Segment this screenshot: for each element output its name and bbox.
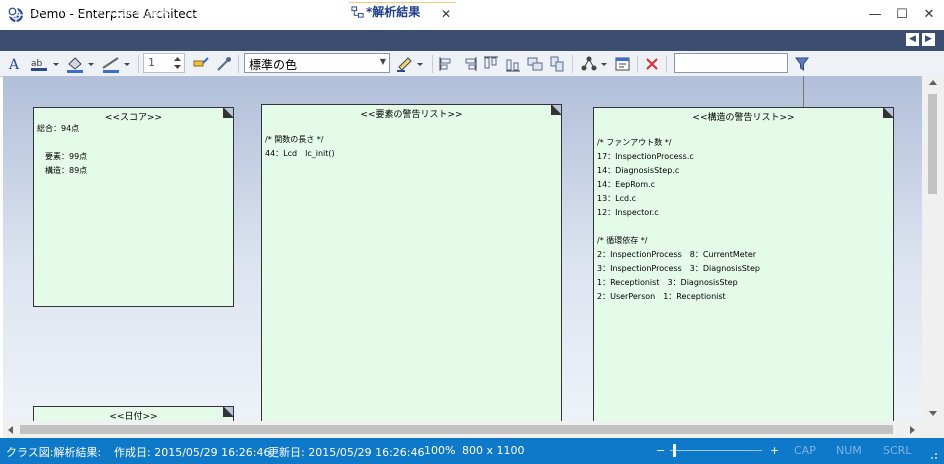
element-warning-note[interactable]: <<要素の警告リスト>> /* 関数の長さ */ 44：Lcd lc_init(…: [261, 104, 562, 421]
format-painter-icon[interactable]: [192, 55, 210, 73]
tab-close-button[interactable]: ✕: [441, 5, 451, 24]
diagram-icon: [351, 6, 364, 18]
structure-warning-note[interactable]: <<構造の警告リスト>> /* ファンアウト数 */ 17：Inspection…: [593, 107, 894, 421]
line-width-spinner[interactable]: 1: [143, 53, 185, 73]
toolbar-separator: [666, 55, 667, 73]
line-width-value: 1: [148, 56, 155, 69]
align-bottom-icon[interactable]: [504, 55, 522, 73]
diagram-type-label: クラス図:解析結果:: [6, 446, 102, 459]
zoom-in-button[interactable]: +: [770, 444, 779, 457]
note-text: 総合：94点 要素：99点 構造：89点: [37, 124, 88, 175]
horizontal-scrollbar[interactable]: [3, 421, 922, 438]
diagram-canvas[interactable]: <<スコア>> 総合：94点 要素：99点 構造：89点 <<要素の警告リスト>…: [3, 76, 922, 421]
status-bar: クラス図:解析結果: 作成日: 2015/05/29 16:26:46 更新日:…: [0, 438, 944, 464]
diagram-properties-icon[interactable]: [614, 55, 632, 73]
tab-label: 解析結果: [204, 4, 253, 18]
tab-analysis-1[interactable]: 解析結果: [108, 2, 171, 21]
tab-label: *解析結果: [366, 5, 421, 19]
date-note[interactable]: <<日付>>: [33, 406, 234, 421]
dropdown-arrow-icon: ▼: [379, 57, 386, 66]
diagram-icon: [108, 5, 121, 17]
note-text: /* ファンアウト数 */ 17：InspectionProcess.c 14：…: [597, 138, 760, 301]
font-icon[interactable]: A: [8, 55, 22, 73]
scroll-lock-indicator: SCRL: [883, 444, 912, 457]
num-lock-indicator: NUM: [836, 444, 862, 457]
delete-icon[interactable]: [644, 55, 660, 73]
align-right-icon[interactable]: [460, 55, 478, 73]
scroll-up-icon[interactable]: [929, 79, 937, 85]
tab-start-page[interactable]: スタートページ: [6, 2, 105, 21]
diagram-size: 800 x 1100: [462, 444, 525, 457]
scroll-down-icon[interactable]: [929, 411, 937, 417]
svg-text:ab: ab: [31, 59, 43, 69]
diagram-icon: [189, 5, 202, 17]
note-title: <<構造の警告リスト>>: [692, 113, 795, 123]
font-color-icon[interactable]: ab: [30, 55, 60, 73]
line-color-icon[interactable]: [102, 55, 132, 73]
zoom-slider-track[interactable]: [670, 450, 762, 451]
start-page-icon: [6, 5, 19, 18]
highlighter-icon[interactable]: [396, 55, 426, 73]
tab-label: 解析結果: [123, 4, 172, 18]
spinner-arrows-icon[interactable]: [173, 55, 182, 71]
search-input[interactable]: [674, 53, 788, 73]
tab-analysis-active[interactable]: *解析結果 ✕: [349, 2, 456, 22]
note-title: <<日付>>: [109, 412, 158, 421]
tab-analysis-3[interactable]: 解析結果: [270, 2, 333, 21]
vertical-scrollbar[interactable]: [922, 76, 944, 421]
fill-color-icon[interactable]: [66, 55, 96, 73]
close-button[interactable]: ✕: [914, 0, 944, 30]
zoom-out-button[interactable]: −: [656, 444, 665, 457]
svg-text:A: A: [8, 57, 20, 73]
scroll-right-icon[interactable]: [910, 426, 916, 434]
filter-icon[interactable]: [794, 55, 810, 73]
note-title: <<要素の警告リスト>>: [360, 110, 463, 120]
color-theme-dropdown[interactable]: 標準の色 ▼: [244, 53, 390, 73]
toolbar-separator: [572, 55, 573, 73]
created-date: 作成日: 2015/05/29 16:26:46: [114, 446, 271, 459]
toolbar-separator: [637, 55, 638, 73]
tab-bar: [0, 30, 944, 51]
minimize-button[interactable]: —: [860, 0, 890, 30]
updated-date: 更新日: 2015/05/29 16:26:46: [268, 446, 425, 459]
same-height-icon[interactable]: [548, 55, 566, 73]
maximize-button[interactable]: ☐: [887, 0, 917, 30]
diagram-toolbar: A ab 1 標準の色 ▼: [0, 51, 944, 77]
eyedropper-icon[interactable]: [215, 55, 233, 73]
score-note[interactable]: <<スコア>> 総合：94点 要素：99点 構造：89点: [33, 107, 234, 307]
toolbar-separator: [432, 55, 433, 73]
connector-line: [803, 76, 804, 107]
tab-label: スタートページ: [21, 4, 105, 18]
caps-lock-indicator: CAP: [794, 444, 816, 457]
scroll-left-icon[interactable]: [7, 426, 13, 434]
resize-grip-icon[interactable]: [928, 450, 938, 460]
color-theme-value: 標準の色: [249, 58, 298, 72]
toolbar-separator: [138, 55, 139, 73]
tab-scroll-right-button[interactable]: ▶: [922, 33, 935, 46]
tab-scroll-left-button[interactable]: ◀: [906, 33, 919, 46]
note-text: /* 関数の長さ */ 44：Lcd lc_init(): [265, 135, 335, 158]
horizontal-scroll-thumb[interactable]: [20, 425, 893, 434]
same-width-icon[interactable]: [526, 55, 544, 73]
align-top-icon[interactable]: [482, 55, 500, 73]
zoom-level: 100%: [424, 444, 456, 457]
vertical-scroll-thumb[interactable]: [928, 94, 937, 194]
align-left-icon[interactable]: [438, 55, 456, 73]
diagram-icon: [270, 5, 283, 17]
layout-icon[interactable]: [580, 55, 610, 73]
zoom-slider-thumb[interactable]: [673, 444, 676, 457]
scrollbar-corner: [922, 421, 944, 438]
toolbar-separator: [238, 55, 239, 73]
tab-label: 解析結果: [285, 4, 334, 18]
tab-analysis-2[interactable]: 解析結果: [189, 2, 252, 21]
